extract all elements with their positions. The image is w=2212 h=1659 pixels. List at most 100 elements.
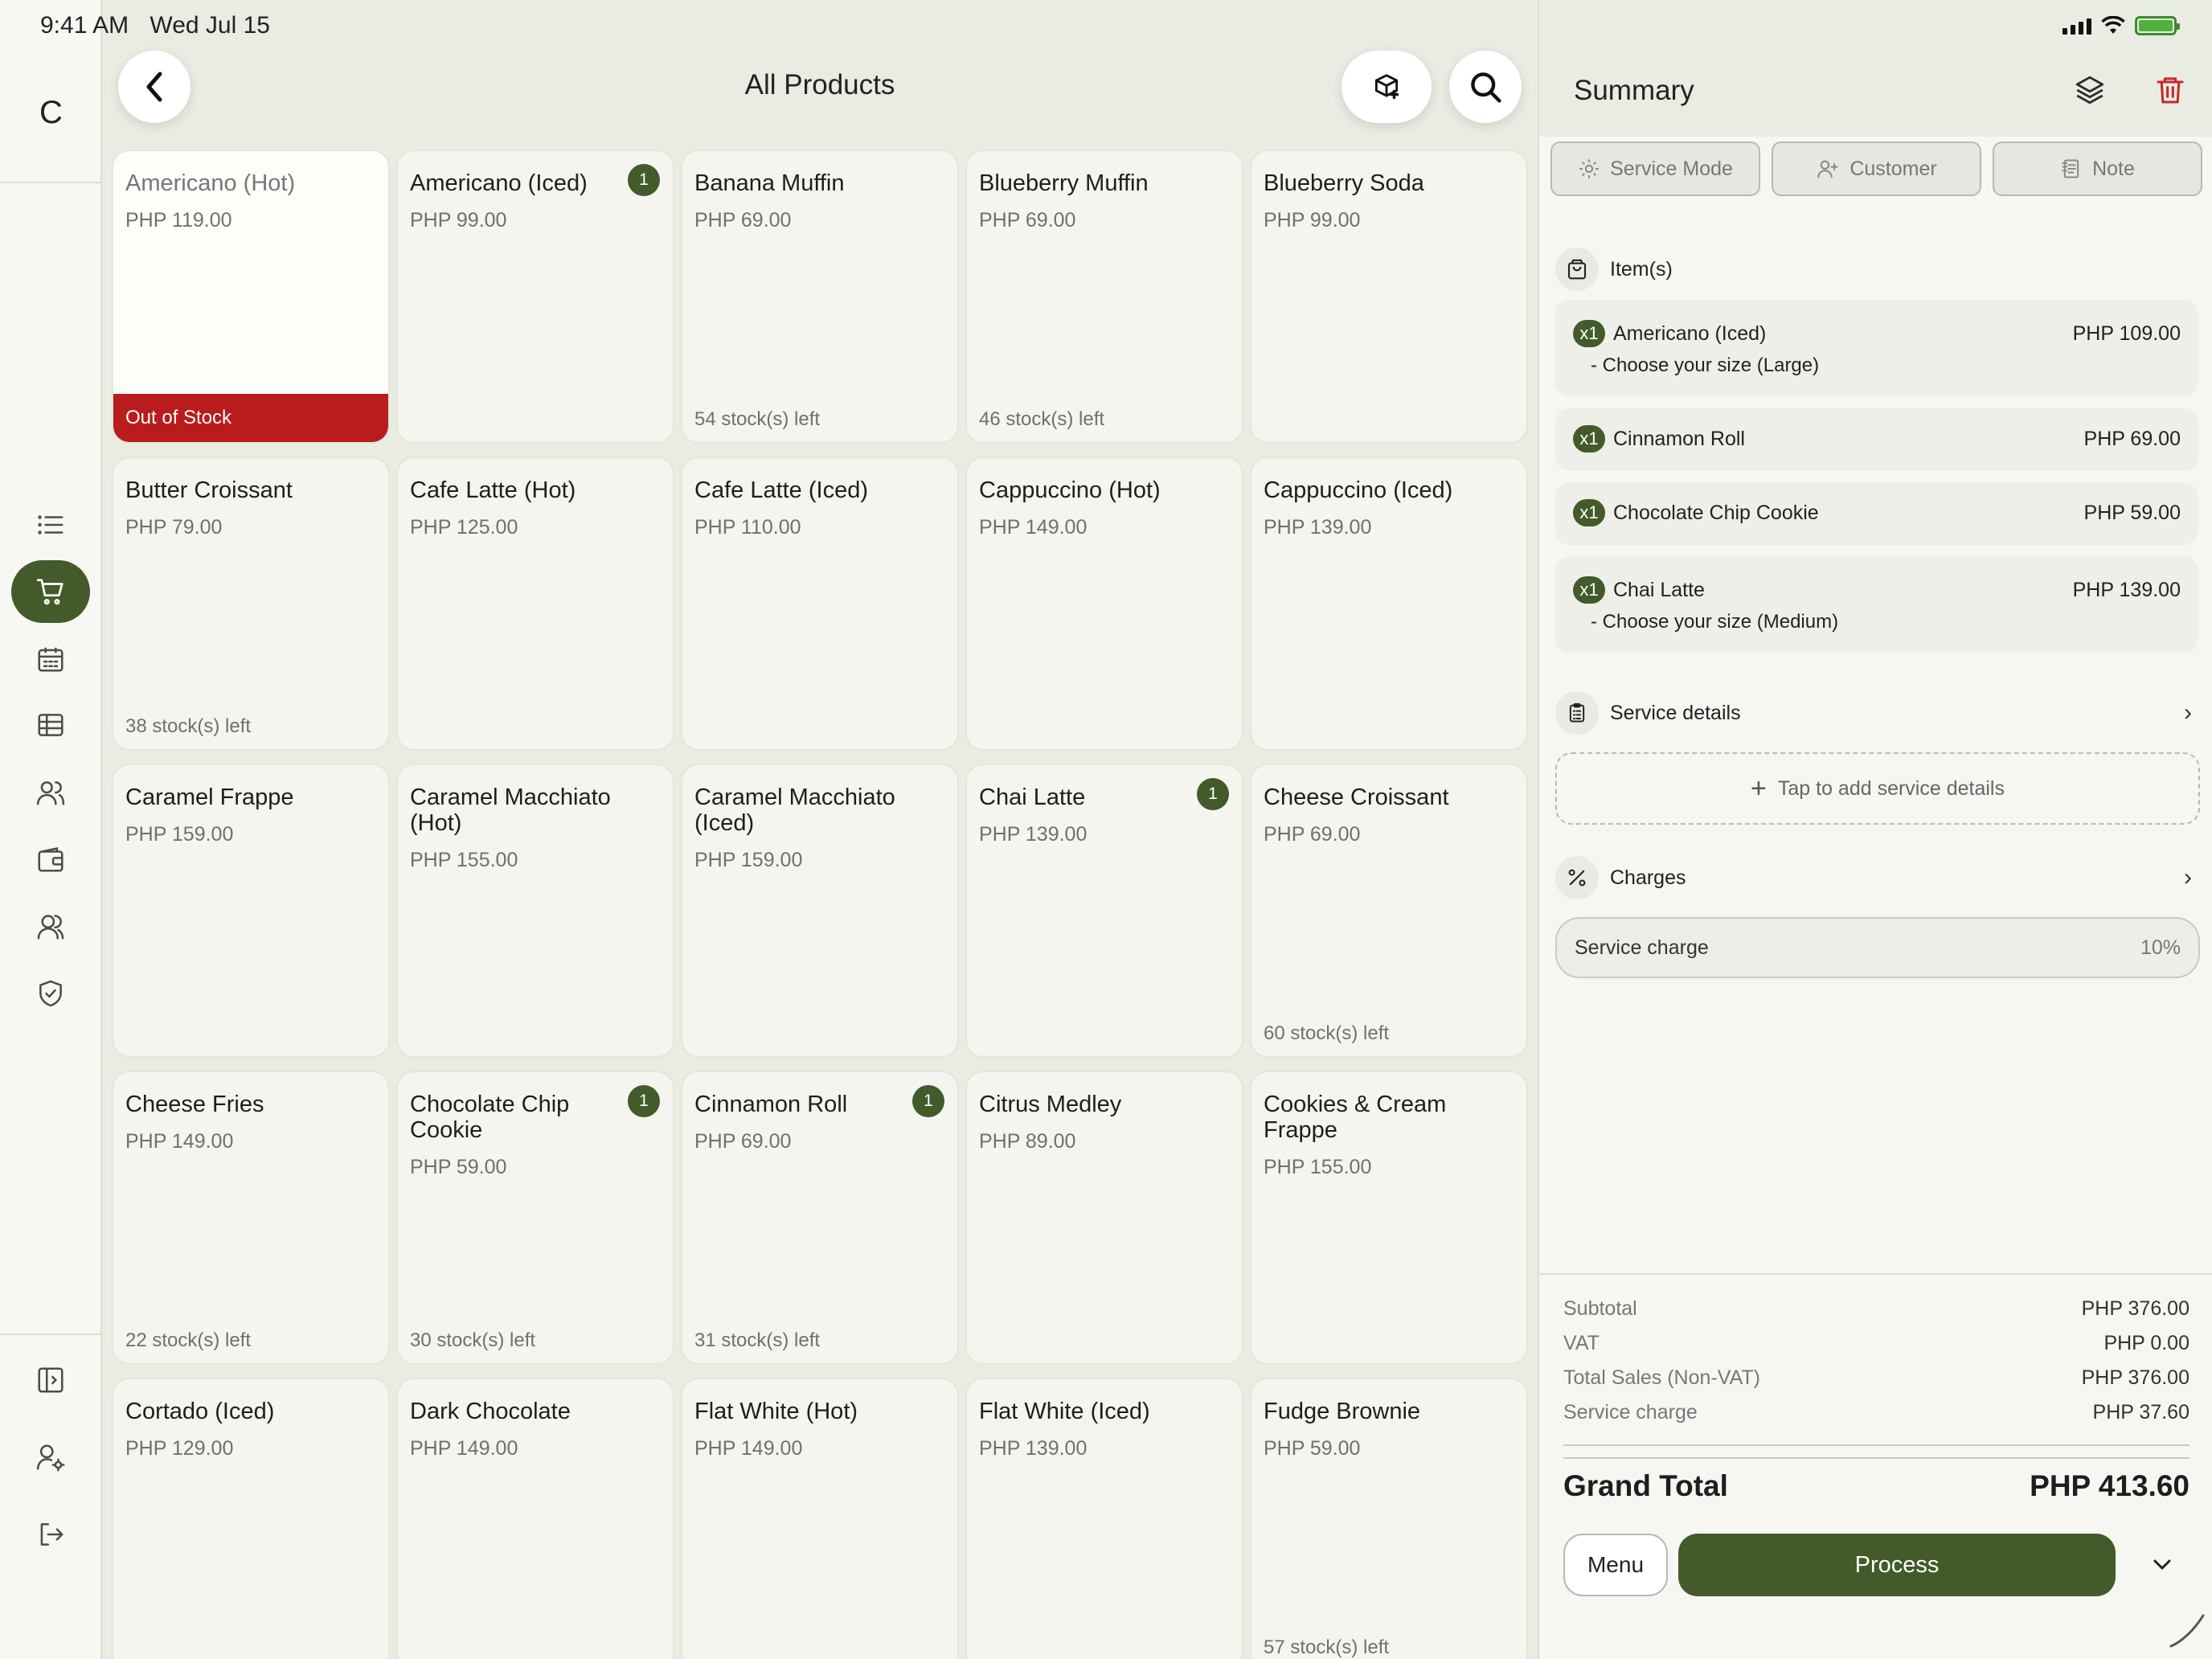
product-name: Chai Latte [979, 784, 1086, 810]
product-card[interactable]: Cappuccino (Iced) PHP 139.00 [1250, 457, 1528, 751]
totals-section [1539, 1273, 2212, 1659]
product-card[interactable]: Fudge Brownie PHP 59.00 57 stock(s) left [1250, 1378, 1528, 1659]
layers-icon [2075, 76, 2104, 104]
product-card[interactable]: Cafe Latte (Hot) PHP 125.00 [396, 457, 674, 751]
product-card[interactable]: Dark Chocolate PHP 149.00 [396, 1378, 674, 1659]
product-price: PHP 59.00 [410, 1156, 507, 1178]
line-item-name: Americano (Iced) [1613, 322, 1767, 345]
process-button[interactable]: Process [1678, 1534, 2116, 1596]
line-item-option: - Choose your size (Medium) [1591, 611, 1839, 633]
menu-button[interactable]: Menu [1563, 1534, 1668, 1596]
service-details-header[interactable]: Service details › [1555, 690, 2198, 735]
nav-security[interactable] [11, 962, 90, 1025]
product-card[interactable]: Caramel Frappe PHP 159.00 [112, 764, 390, 1058]
product-card[interactable]: Cappuccino (Hot) PHP 149.00 [965, 457, 1243, 751]
nav-customers[interactable] [11, 761, 90, 824]
service-charge-total-row: Service charge PHP 37.60 [1563, 1401, 2189, 1423]
page-title: All Products [744, 69, 895, 100]
product-stock: 46 stock(s) left [979, 408, 1105, 430]
nav-cart[interactable] [11, 560, 90, 623]
clear-order-button[interactable] [2153, 72, 2188, 108]
cart-count-badge: 1 [628, 164, 660, 196]
total-sales-row: Total Sales (Non-VAT) PHP 376.00 [1563, 1366, 2189, 1389]
layers-button[interactable] [2072, 72, 2108, 108]
cart-count-badge: 1 [1197, 778, 1229, 810]
product-price: PHP 155.00 [1264, 1156, 1372, 1178]
line-item-price: PHP 139.00 [2072, 578, 2181, 601]
gear-icon [1579, 159, 1599, 178]
sidebar-toggle-icon [38, 1367, 63, 1393]
order-line-item[interactable]: x1 Americano (Iced) PHP 109.00 - Choose … [1555, 300, 2198, 396]
product-card[interactable]: Blueberry Muffin PHP 69.00 46 stock(s) lef… [965, 150, 1243, 444]
nav-staff[interactable] [11, 895, 90, 958]
search-button[interactable] [1449, 51, 1522, 123]
product-name: Americano (Iced) [410, 170, 588, 196]
collapse-sidebar-button[interactable] [11, 1349, 90, 1411]
product-card[interactable]: Flat White (Hot) PHP 149.00 [681, 1378, 959, 1659]
customer-tab[interactable]: Customer [1772, 141, 1981, 196]
product-price: PHP 149.00 [979, 516, 1088, 539]
note-tab[interactable]: Note [1993, 141, 2202, 196]
product-card[interactable]: Cheese Fries PHP 149.00 22 stock(s) left [112, 1071, 390, 1365]
product-card[interactable]: Cafe Latte (Iced) PHP 110.00 [681, 457, 959, 751]
product-card[interactable]: Cookies & Cream Frappe PHP 155.00 [1250, 1071, 1528, 1365]
list-icon [38, 515, 63, 535]
chevron-down-icon [2153, 1559, 2171, 1570]
product-price: PHP 79.00 [125, 516, 223, 539]
product-card[interactable]: Chai Latte PHP 139.00 1 [965, 764, 1243, 1058]
order-line-item[interactable]: x1 Chai Latte PHP 139.00 - Choose your s… [1555, 556, 2198, 653]
line-item-price: PHP 109.00 [2072, 322, 2181, 345]
add-service-details-button[interactable]: + Tap to add service details [1555, 752, 2200, 825]
account-settings-button[interactable] [11, 1426, 90, 1489]
line-item-option: - Choose your size (Large) [1591, 354, 1820, 376]
product-card[interactable]: Chocolate Chip Cookie PHP 59.00 30 stock(s… [396, 1071, 674, 1365]
add-product-button[interactable] [1342, 51, 1432, 123]
order-line-item[interactable]: x1 Cinnamon Roll PHP 69.00 [1555, 408, 2198, 471]
product-stock: 31 stock(s) left [694, 1329, 821, 1351]
more-options-button[interactable] [2144, 1546, 2180, 1582]
product-card[interactable]: Cortado (Iced) PHP 129.00 [112, 1378, 390, 1659]
product-price: PHP 159.00 [694, 849, 803, 871]
service-charge-row[interactable]: Service charge 10% [1555, 917, 2200, 978]
nav-orders[interactable] [11, 494, 90, 556]
vat-row: VAT PHP 0.00 [1563, 1332, 2189, 1354]
product-card[interactable]: Banana Muffin PHP 69.00 54 stock(s) left [681, 150, 959, 444]
product-name: Fudge Brownie [1264, 1399, 1421, 1424]
product-stock: 54 stock(s) left [694, 408, 821, 430]
nav-wallet[interactable] [11, 828, 90, 891]
product-name: Cheese Croissant [1264, 784, 1449, 810]
product-price: PHP 149.00 [125, 1130, 234, 1153]
status-time: 9:41 AM [40, 12, 129, 39]
grand-total-row: Grand Total PHP 413.60 [1563, 1469, 2189, 1502]
product-name: Caramel Macchiato (Iced) [694, 784, 895, 836]
product-card[interactable]: Cinnamon Roll PHP 69.00 31 stock(s) left 1 [681, 1071, 959, 1365]
product-card[interactable]: Caramel Macchiato (Iced) PHP 159.00 [681, 764, 959, 1058]
product-name: Cafe Latte (Hot) [410, 477, 576, 503]
product-card[interactable]: Americano (Iced) PHP 99.00 1 [396, 150, 674, 444]
cart-count-badge: 1 [628, 1085, 660, 1117]
product-card[interactable]: Flat White (Iced) PHP 139.00 [965, 1378, 1243, 1659]
user-gear-icon [36, 1444, 65, 1472]
order-line-item[interactable]: x1 Chocolate Chip Cookie PHP 59.00 [1555, 482, 2198, 545]
product-name: Chocolate Chip Cookie [410, 1092, 570, 1143]
product-card[interactable]: Blueberry Soda PHP 99.00 [1250, 150, 1528, 444]
product-card[interactable]: Cheese Croissant PHP 69.00 60 stock(s) lef… [1250, 764, 1528, 1058]
logout-button[interactable] [11, 1503, 90, 1566]
product-price: PHP 159.00 [125, 823, 234, 846]
service-mode-tab[interactable]: Service Mode [1550, 141, 1760, 196]
product-card[interactable]: Butter Croissant PHP 79.00 38 stock(s) lef… [112, 457, 390, 751]
product-card[interactable]: Caramel Macchiato (Hot) PHP 155.00 [396, 764, 674, 1058]
battery-icon [2135, 16, 2180, 35]
signal-icon [2062, 17, 2091, 35]
app-logo: C [39, 95, 63, 130]
line-item-name: Cinnamon Roll [1613, 427, 1745, 450]
chevron-right-icon: › [2184, 864, 2192, 891]
nav-tables[interactable] [11, 694, 90, 756]
product-price: PHP 149.00 [410, 1437, 518, 1460]
product-name: Cinnamon Roll [694, 1092, 848, 1117]
product-card[interactable]: Americano (Hot) PHP 119.00 Out of Stock [112, 150, 390, 444]
product-card[interactable]: Citrus Medley PHP 89.00 [965, 1071, 1243, 1365]
charges-header[interactable]: Charges › [1555, 855, 2198, 900]
nav-calendar[interactable] [11, 628, 90, 690]
product-name: Caramel Frappe [125, 784, 294, 810]
